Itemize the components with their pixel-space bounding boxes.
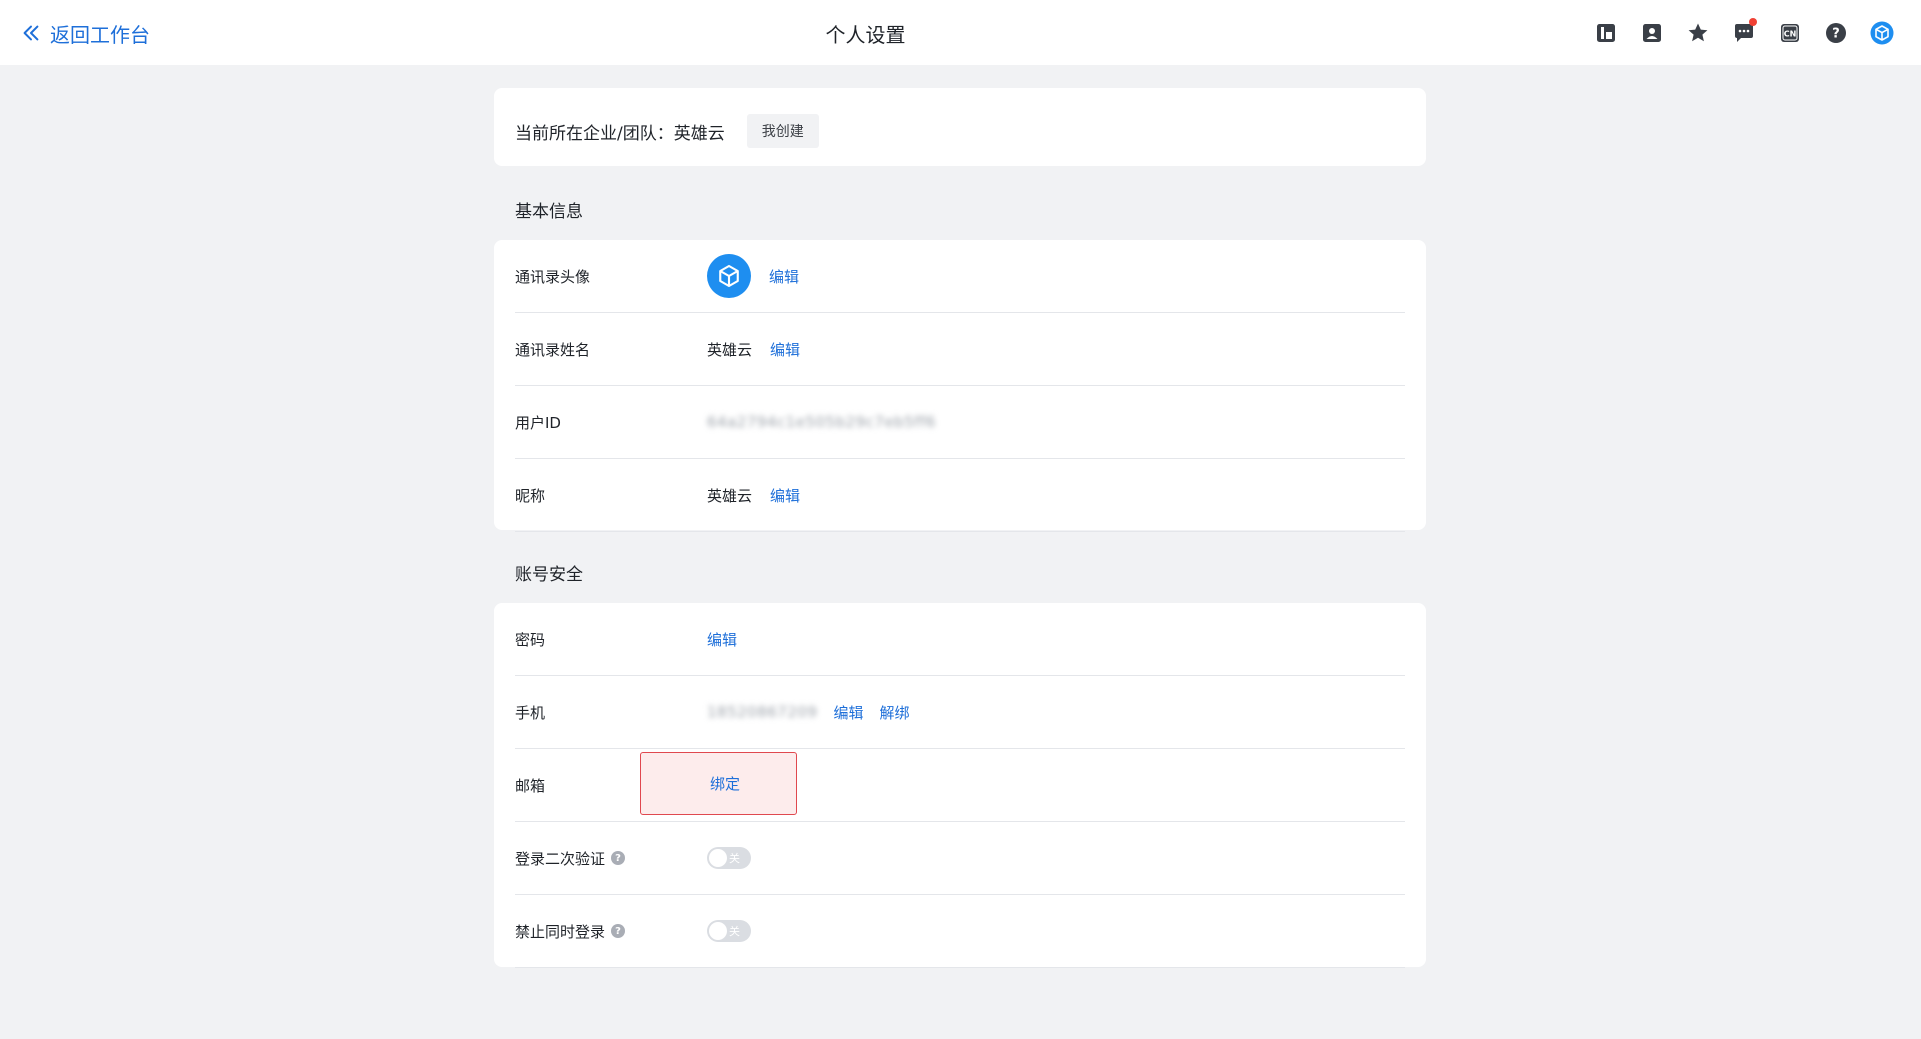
row-user-id: 用户ID 64a2794c1e505b29c7eb5ff6	[515, 386, 1405, 459]
row-single-login: 禁止同时登录 ? 关	[515, 895, 1405, 968]
message-icon[interactable]	[1731, 18, 1757, 46]
bind-email-highlight[interactable]: 绑定	[640, 752, 797, 815]
org-role-tag: 我创建	[746, 114, 819, 148]
nickname-value: 英雄云	[707, 486, 753, 505]
row-label: 昵称	[515, 486, 546, 505]
row-value: 64a2794c1e505b29c7eb5ff6	[707, 386, 936, 458]
edit-phone-link[interactable]: 编辑	[833, 702, 863, 723]
edit-nickname-link[interactable]: 编辑	[770, 485, 800, 506]
row-value: 关	[707, 895, 751, 967]
row-label: 通讯录姓名	[515, 340, 591, 359]
basic-info-title: 基本信息	[515, 202, 583, 222]
phone-value: 18520867209	[707, 703, 818, 721]
user-id-value: 64a2794c1e505b29c7eb5ff6	[707, 413, 936, 431]
cube-logo-icon	[719, 264, 739, 288]
edit-password-link[interactable]: 编辑	[707, 629, 737, 650]
layout-icon[interactable]	[1593, 20, 1619, 46]
row-contact-name: 通讯录姓名 英雄云 编辑	[515, 313, 1405, 386]
top-toolbar: CN ?	[1593, 18, 1895, 46]
avatar[interactable]	[707, 254, 751, 298]
bind-email-link[interactable]: 绑定	[710, 773, 740, 794]
row-label: 禁止同时登录 ?	[515, 895, 626, 967]
contacts-icon[interactable]	[1639, 20, 1665, 46]
toggle-state: 关	[729, 852, 740, 865]
row-label: 手机	[515, 703, 546, 722]
single-login-toggle[interactable]: 关	[707, 920, 751, 942]
org-card: 当前所在企业/团队：英雄云 我创建	[494, 88, 1426, 166]
edit-avatar-link[interactable]: 编辑	[769, 266, 799, 287]
row-password: 密码 编辑	[515, 603, 1405, 676]
question-mark-icon[interactable]: ?	[611, 924, 626, 938]
row-label: 登录二次验证 ?	[515, 822, 626, 894]
edit-contact-name-link[interactable]: 编辑	[770, 339, 800, 360]
question-mark-icon[interactable]: ?	[611, 851, 626, 865]
two-factor-toggle[interactable]: 关	[707, 847, 751, 869]
unbind-phone-link[interactable]: 解绑	[880, 702, 910, 723]
row-label: 通讯录头像	[515, 267, 591, 286]
account-security-title: 账号安全	[515, 565, 583, 585]
row-nickname: 昵称 英雄云 编辑	[515, 459, 1405, 532]
toggle-knob	[709, 922, 727, 940]
row-label: 邮箱	[515, 776, 546, 795]
org-info: 当前所在企业/团队：英雄云 我创建	[515, 114, 819, 148]
row-label: 密码	[515, 630, 546, 649]
contact-name-value: 英雄云	[707, 340, 753, 359]
star-icon[interactable]	[1685, 20, 1711, 46]
basic-info-card: 通讯录头像 编辑 通讯录姓名 英雄云 编辑 用户ID 64a2794c1e505…	[494, 240, 1426, 532]
language-cn-icon[interactable]: CN	[1777, 20, 1803, 46]
row-value: 英雄云 编辑	[707, 313, 800, 385]
row-value: 英雄云 编辑	[707, 459, 800, 531]
toggle-knob	[709, 849, 727, 867]
row-two-factor: 登录二次验证 ? 关	[515, 822, 1405, 895]
two-factor-label: 登录二次验证	[515, 849, 606, 868]
account-security-card: 密码 编辑 手机 18520867209 编辑 解绑 邮箱 登录二次验证 ? 关…	[494, 603, 1426, 968]
svg-text:CN: CN	[1784, 30, 1797, 39]
row-avatar: 通讯录头像 编辑	[515, 240, 1405, 313]
row-value: 编辑	[707, 240, 799, 312]
row-value: 18520867209 编辑 解绑	[707, 676, 910, 748]
single-login-label: 禁止同时登录	[515, 922, 606, 941]
user-avatar-icon[interactable]	[1869, 20, 1895, 46]
row-label: 用户ID	[515, 413, 561, 432]
top-bar: 返回工作台 个人设置 CN ?	[0, 0, 1921, 65]
row-value: 关	[707, 822, 751, 894]
row-value: 编辑	[707, 603, 737, 675]
row-phone: 手机 18520867209 编辑 解绑	[515, 676, 1405, 749]
help-icon[interactable]: ?	[1823, 20, 1849, 46]
toggle-state: 关	[729, 925, 740, 938]
org-label: 当前所在企业/团队：英雄云	[515, 123, 725, 144]
svg-text:?: ?	[1832, 27, 1840, 42]
notification-dot	[1749, 18, 1757, 26]
